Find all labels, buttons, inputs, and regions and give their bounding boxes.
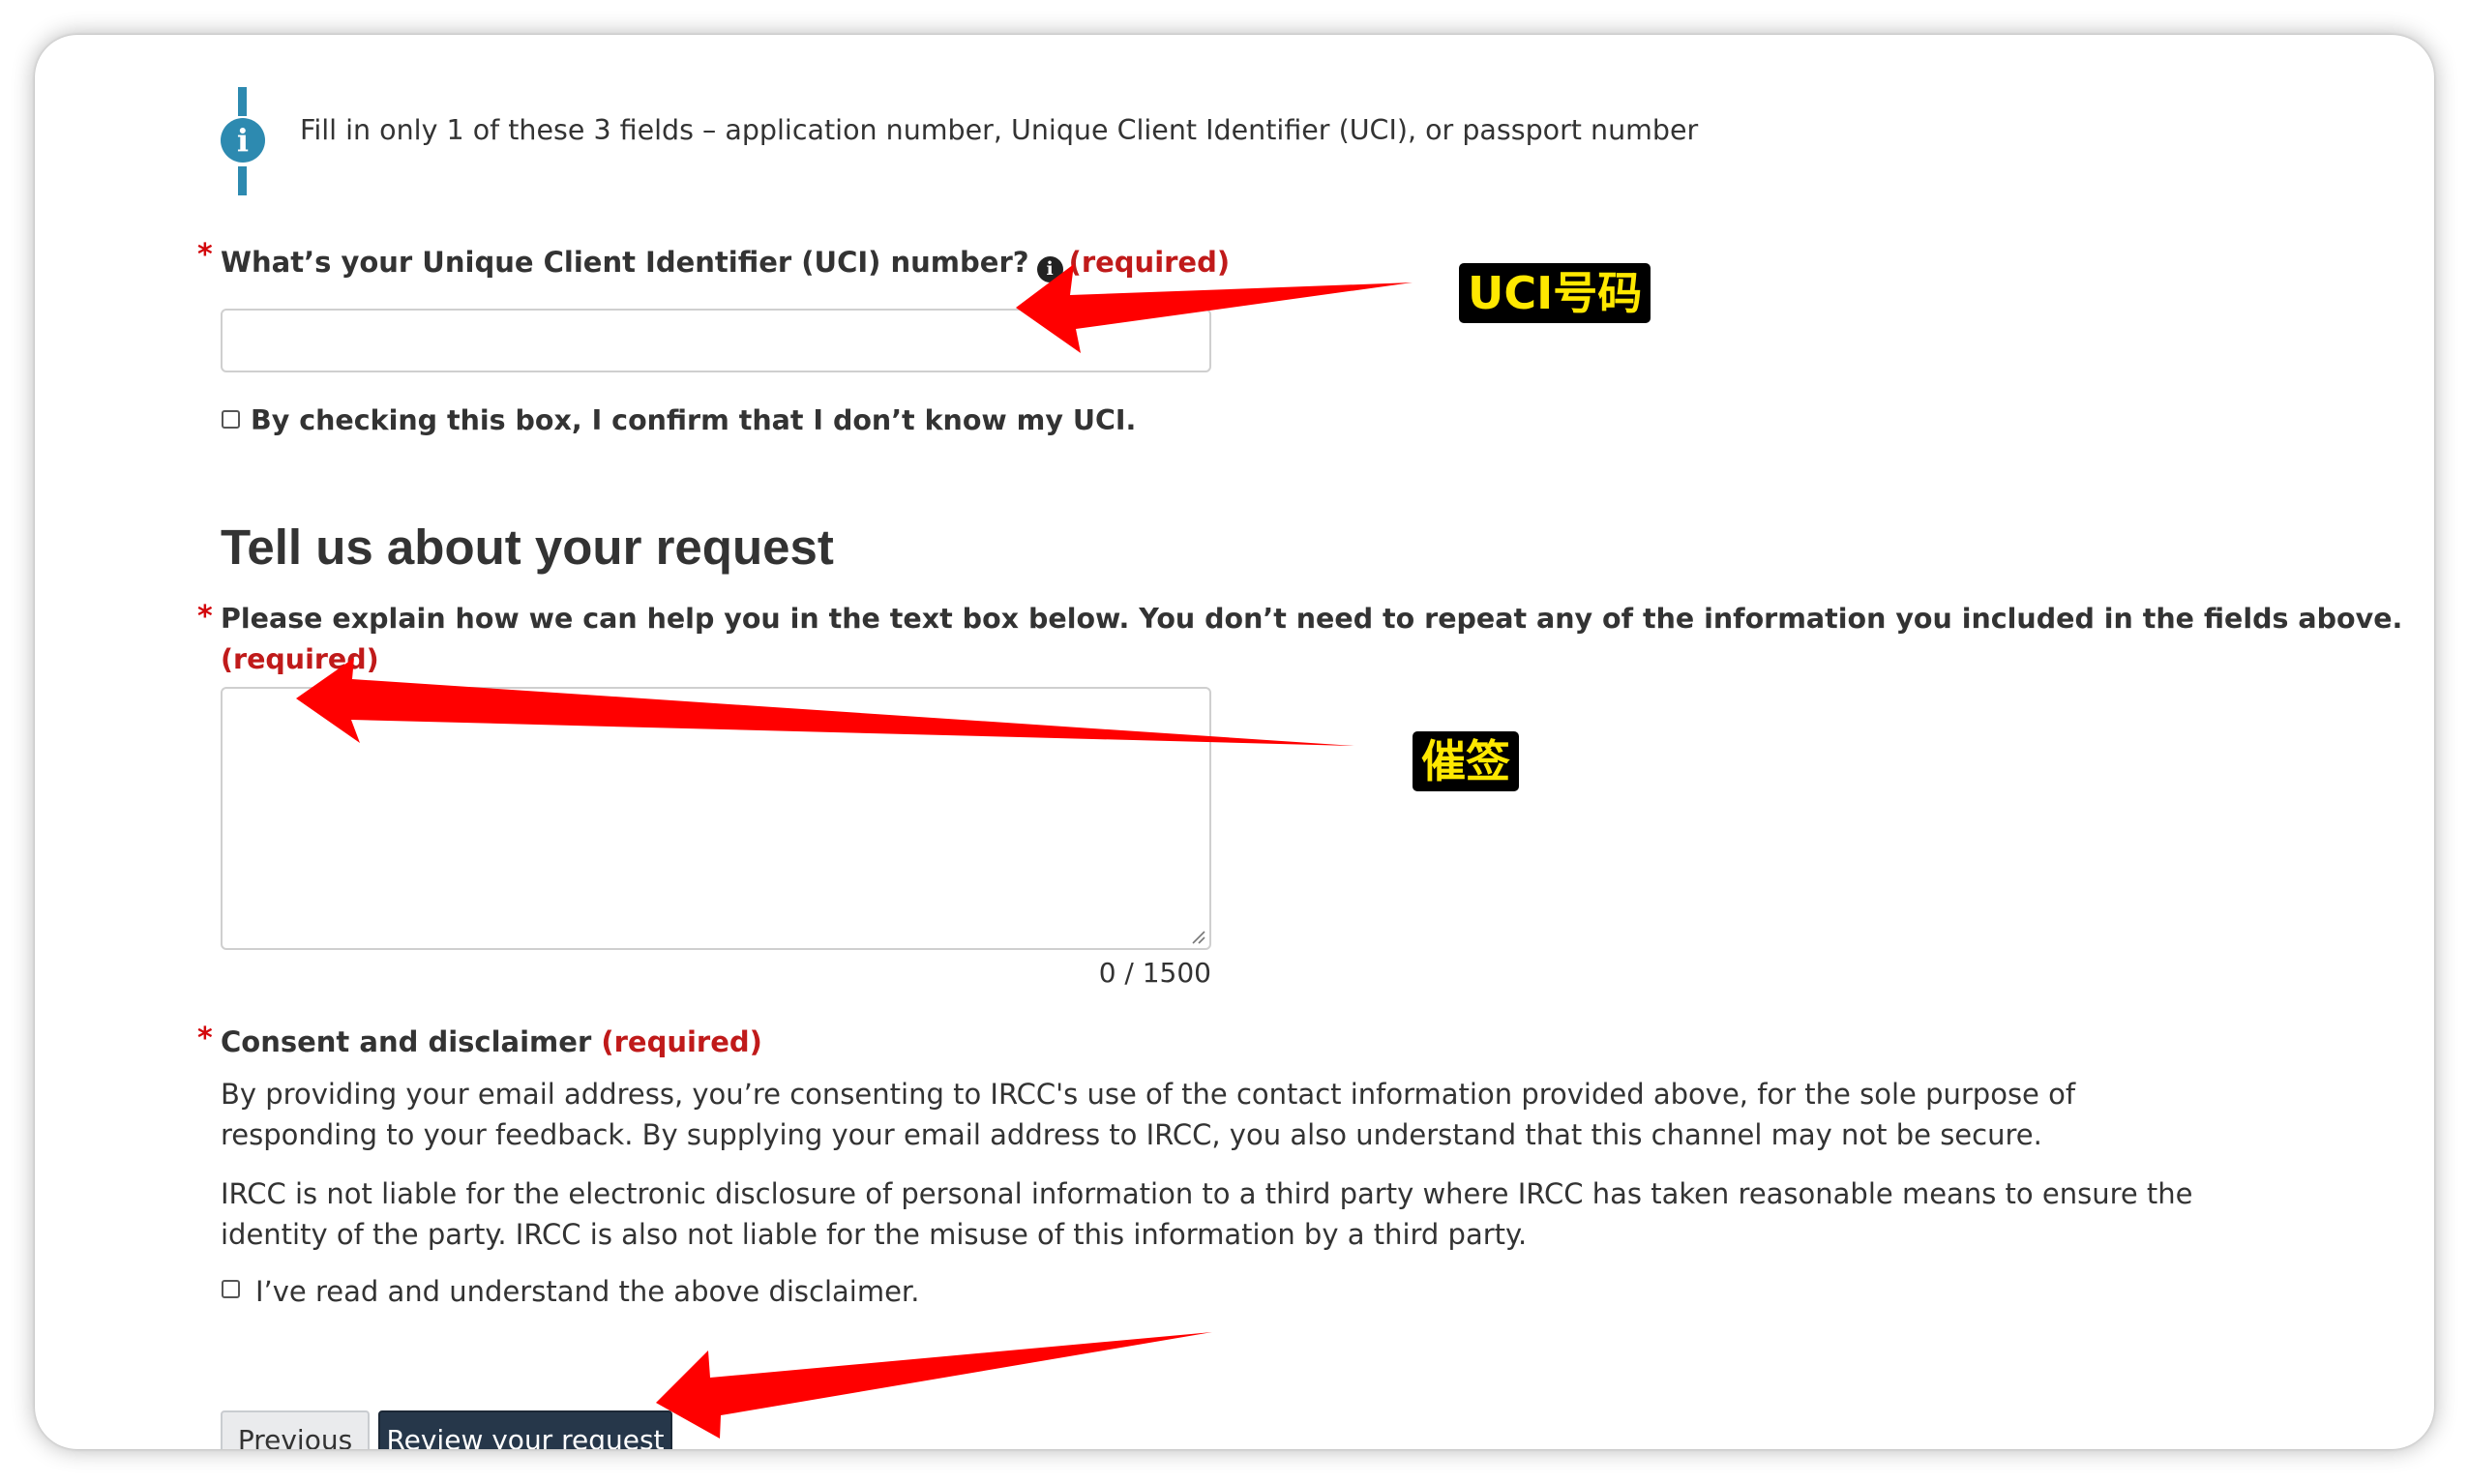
- request-textarea[interactable]: [221, 687, 1211, 950]
- consent-field-label: Consent and disclaimer (required): [221, 1025, 762, 1058]
- disclaimer-checkbox[interactable]: [222, 1280, 240, 1298]
- info-alert-text: Fill in only 1 of these 3 fields – appli…: [300, 114, 1699, 146]
- consent-paragraph-2: IRCC is not liable for the electronic di…: [221, 1177, 2193, 1251]
- character-counter: 0 / 1500: [1098, 957, 1211, 989]
- required-indicator: (required): [601, 1025, 762, 1058]
- resize-handle-icon[interactable]: [1190, 929, 1205, 944]
- disclaimer-checkbox-label[interactable]: I’ve read and understand the above discl…: [255, 1275, 919, 1308]
- uci-label-text: What’s your Unique Client Identifier (UC…: [221, 246, 1029, 279]
- section-heading: Tell us about your request: [221, 519, 834, 575]
- required-asterisk: *: [197, 1022, 213, 1055]
- uci-input[interactable]: [221, 309, 1211, 372]
- required-indicator: (required): [221, 643, 379, 675]
- required-asterisk: *: [197, 238, 213, 272]
- uci-field-label: What’s your Unique Client Identifier (UC…: [221, 246, 1230, 282]
- review-request-button[interactable]: Review your request: [378, 1410, 672, 1449]
- request-callout-label: 催签: [1413, 731, 1519, 791]
- required-indicator: (required): [1068, 246, 1231, 279]
- dont-know-uci-label[interactable]: By checking this box, I confirm that I d…: [251, 404, 1136, 436]
- info-alert-bar-top: [238, 87, 247, 116]
- required-asterisk: *: [197, 600, 213, 634]
- previous-button[interactable]: Previous: [221, 1410, 370, 1449]
- info-alert-bar-bottom: [238, 166, 247, 195]
- uci-callout-label: UCI号码: [1459, 263, 1651, 323]
- info-icon: i: [221, 118, 265, 163]
- uci-help-info-icon[interactable]: i: [1036, 256, 1063, 282]
- form-card: i Fill in only 1 of these 3 fields – app…: [35, 35, 2434, 1449]
- dont-know-uci-checkbox[interactable]: [222, 410, 240, 429]
- consent-label-text: Consent and disclaimer: [221, 1025, 592, 1058]
- request-field-label: Please explain how we can help you in th…: [221, 603, 2403, 635]
- consent-paragraph-1: By providing your email address, you’re …: [221, 1078, 2076, 1151]
